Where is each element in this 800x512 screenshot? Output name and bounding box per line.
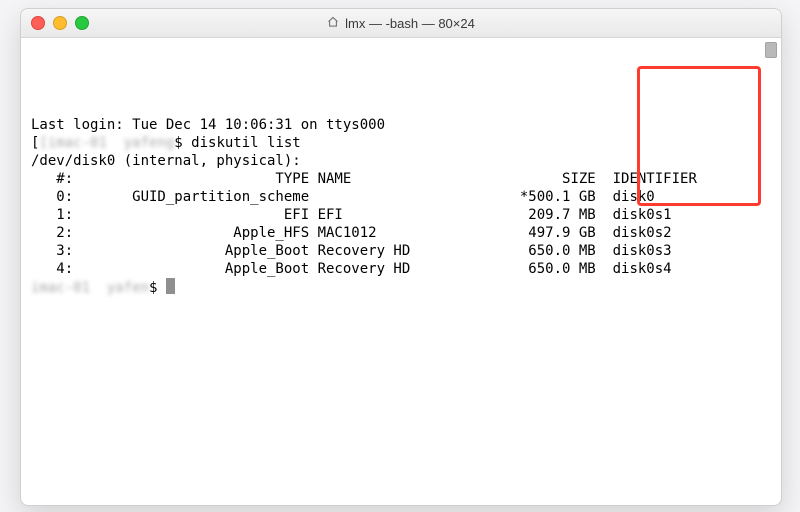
last-login-line: Last login: Tue Dec 14 10:06:31 on ttys0… [31,116,773,134]
disk-header-line: /dev/disk0 (internal, physical): [31,152,773,170]
titlebar[interactable]: lmx — -bash — 80×24 [21,9,781,38]
prompt-line: imac-01 yafen$ [31,278,773,297]
window-controls [31,16,89,30]
terminal-content[interactable]: Last login: Tue Dec 14 10:06:31 on ttys0… [21,38,781,505]
table-row: 1: EFI EFI 209.7 MB disk0s1 [31,206,773,224]
scrollbar-thumb[interactable] [765,42,777,58]
home-icon [327,16,339,31]
cursor [166,278,175,294]
terminal-window: lmx — -bash — 80×24 Last login: Tue Dec … [20,8,782,506]
prompt-line: [[imac-01 yafeng$ diskutil list [31,134,773,152]
window-title: lmx — -bash — 80×24 [21,16,781,31]
table-row: 4: Apple_Boot Recovery HD 650.0 MB disk0… [31,260,773,278]
close-icon[interactable] [31,16,45,30]
table-row: 3: Apple_Boot Recovery HD 650.0 MB disk0… [31,242,773,260]
table-row: 0: GUID_partition_scheme *500.1 GB disk0 [31,188,773,206]
table-header-row: #: TYPE NAME SIZE IDENTIFIER [31,170,773,188]
table-row: 2: Apple_HFS MAC1012 497.9 GB disk0s2 [31,224,773,242]
minimize-icon[interactable] [53,16,67,30]
scrollbar-track[interactable] [765,40,779,503]
zoom-icon[interactable] [75,16,89,30]
window-title-text: lmx — -bash — 80×24 [345,16,475,31]
